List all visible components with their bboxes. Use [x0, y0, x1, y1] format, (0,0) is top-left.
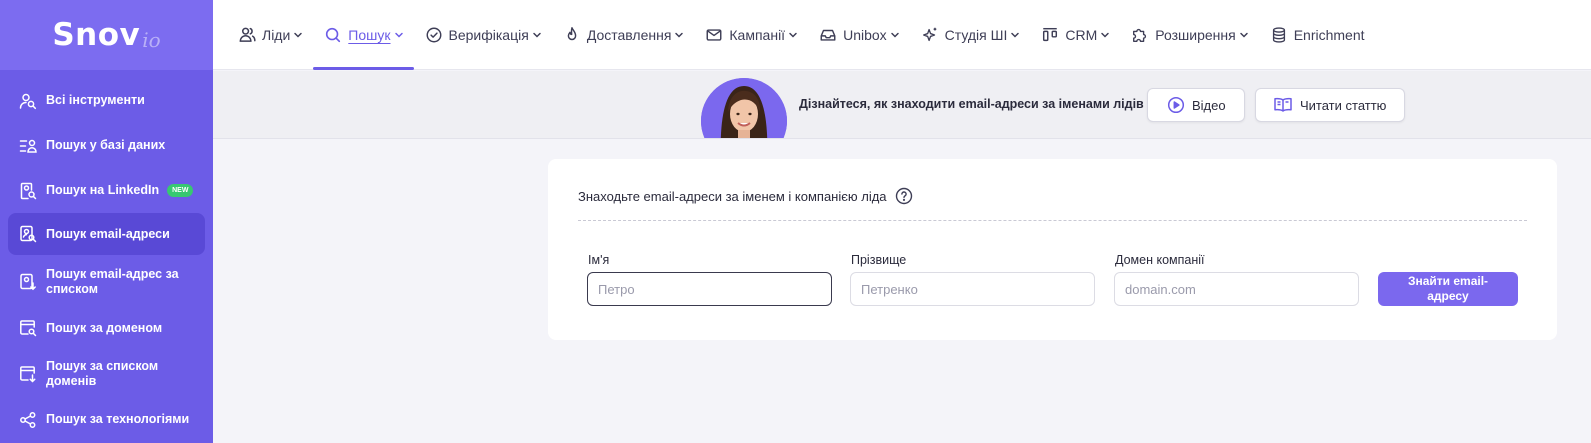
nav-item-leads[interactable]: Ліди: [227, 0, 313, 69]
users-icon: [237, 25, 257, 45]
logo-suffix: io: [142, 28, 161, 52]
read-article-button[interactable]: Читати статтю: [1255, 88, 1405, 122]
check-circle-icon: [424, 25, 444, 45]
first-name-label: Ім'я: [588, 253, 610, 267]
nav-label: Студія ШІ: [944, 26, 1008, 43]
nav-item-enrichment[interactable]: Enrichment: [1259, 0, 1375, 69]
user-search-icon: [18, 91, 38, 111]
nav-label: Розширення: [1155, 26, 1236, 43]
sidebar-item-label: Пошук за доменом: [46, 320, 163, 335]
read-article-label: Читати статтю: [1300, 97, 1387, 113]
nav-label: Unibox: [843, 26, 887, 43]
chevron-down-icon: [293, 30, 303, 40]
banner-text: Дізнайтеся, як знаходити email-адреси за…: [799, 97, 1144, 111]
find-email-button[interactable]: Знайти email-адресу: [1378, 272, 1518, 306]
sidebar-item-label: Пошук email-адреси: [46, 226, 170, 241]
tutorial-banner: Дізнайтеся, як знаходити email-адреси за…: [213, 71, 1591, 139]
contact-upload-icon: [18, 272, 38, 292]
browser-search-icon: [18, 318, 38, 338]
presenter-avatar: [701, 78, 787, 138]
nav-label: Ліди: [262, 26, 291, 43]
card-title-text: Знаходьте email-адреси за іменем і компа…: [578, 188, 887, 204]
chevron-down-icon: [394, 30, 404, 40]
company-domain-input[interactable]: [1114, 272, 1359, 306]
nav-item-extensions[interactable]: Розширення: [1120, 0, 1258, 69]
chevron-down-icon: [674, 30, 684, 40]
inbox-icon: [818, 25, 838, 45]
sidebar-item-label: Пошук на LinkedIn: [46, 183, 160, 197]
nav-item-search[interactable]: Пошук: [313, 0, 414, 70]
sidebar-nav: Всі інструменти Пошук у базі даних Пошук…: [0, 70, 213, 441]
nav-item-verification[interactable]: Верифікація: [414, 0, 552, 69]
flame-icon: [562, 25, 582, 45]
nav-item-crm[interactable]: CRM: [1030, 0, 1120, 69]
chevron-down-icon: [890, 30, 900, 40]
nav-label: Пошук: [348, 26, 391, 43]
video-button-label: Відео: [1192, 97, 1226, 113]
play-circle-icon: [1167, 96, 1185, 114]
sidebar-item-label: Всі інструменти: [46, 93, 145, 107]
document-search-icon: [18, 181, 38, 201]
nav-label: Доставлення: [586, 26, 672, 43]
nav-item-campaigns[interactable]: Кампанії: [694, 0, 808, 69]
chevron-down-icon: [788, 30, 798, 40]
book-open-icon: [1273, 96, 1293, 114]
company-domain-label: Домен компанії: [1115, 253, 1205, 267]
list-user-icon: [18, 136, 38, 156]
question-circle-icon[interactable]: [895, 187, 913, 205]
sidebar-item-bulk-domain-search[interactable]: Пошук за списком доменів: [8, 350, 205, 398]
nav-item-ai-studio[interactable]: Студія ШІ: [910, 0, 1031, 69]
nav-label: Кампанії: [729, 26, 786, 43]
sidebar-item-all-tools[interactable]: Всі інструменти: [8, 78, 205, 123]
sidebar-item-database-search[interactable]: Пошук у базі даних: [8, 123, 205, 168]
video-button[interactable]: Відео: [1147, 88, 1245, 122]
new-badge: NEW: [167, 184, 194, 197]
browser-upload-icon: [18, 364, 38, 384]
share-nodes-icon: [18, 410, 38, 430]
nav-label: Enrichment: [1293, 26, 1365, 43]
mail-icon: [704, 25, 724, 45]
chevron-down-icon: [532, 30, 542, 40]
sidebar-item-email-search[interactable]: Пошук email-адреси: [8, 213, 205, 255]
card-title: Знаходьте email-адреси за іменем і компа…: [578, 187, 913, 205]
divider: [578, 220, 1527, 221]
sidebar-item-label: Пошук за списком доменів: [46, 359, 159, 388]
nav-label: Верифікація: [448, 26, 529, 43]
last-name-label: Прізвище: [851, 253, 907, 267]
sidebar-item-label: Пошук email-адрес за списком: [46, 267, 179, 296]
snovio-logo[interactable]: Snov io: [0, 0, 213, 70]
nav-item-unibox[interactable]: Unibox: [808, 0, 910, 69]
sidebar-item-linkedin-search[interactable]: Пошук на LinkedIn NEW: [8, 168, 205, 213]
sidebar-item-label: Пошук у базі даних: [46, 138, 166, 152]
chevron-down-icon: [1239, 30, 1249, 40]
contact-search-icon: [18, 224, 38, 244]
chevron-down-icon: [1100, 30, 1110, 40]
logo-text: Snov: [52, 17, 141, 53]
sparkles-icon: [920, 25, 940, 45]
sidebar-item-technology-search[interactable]: Пошук за технологіями: [8, 398, 205, 441]
nav-item-deliverability[interactable]: Доставлення: [552, 0, 695, 69]
sidebar-item-bulk-email-search[interactable]: Пошук email-адрес за списком: [8, 258, 205, 306]
database-icon: [1269, 25, 1289, 45]
search-icon: [323, 25, 343, 45]
kanban-icon: [1040, 25, 1060, 45]
top-nav: Ліди Пошук Верифікація Доставлення Кампа…: [213, 0, 1591, 70]
last-name-input[interactable]: [850, 272, 1095, 306]
email-finder-card: Знаходьте email-адреси за іменем і компа…: [548, 159, 1557, 340]
chevron-down-icon: [1010, 30, 1020, 40]
first-name-input[interactable]: [587, 272, 832, 306]
sidebar-item-domain-search[interactable]: Пошук за доменом: [8, 306, 205, 350]
nav-label: CRM: [1065, 26, 1098, 43]
sidebar-item-label: Пошук за технологіями: [46, 412, 190, 426]
sidebar: Snov io Всі інструменти Пошук у базі дан…: [0, 0, 213, 443]
puzzle-icon: [1130, 25, 1150, 45]
